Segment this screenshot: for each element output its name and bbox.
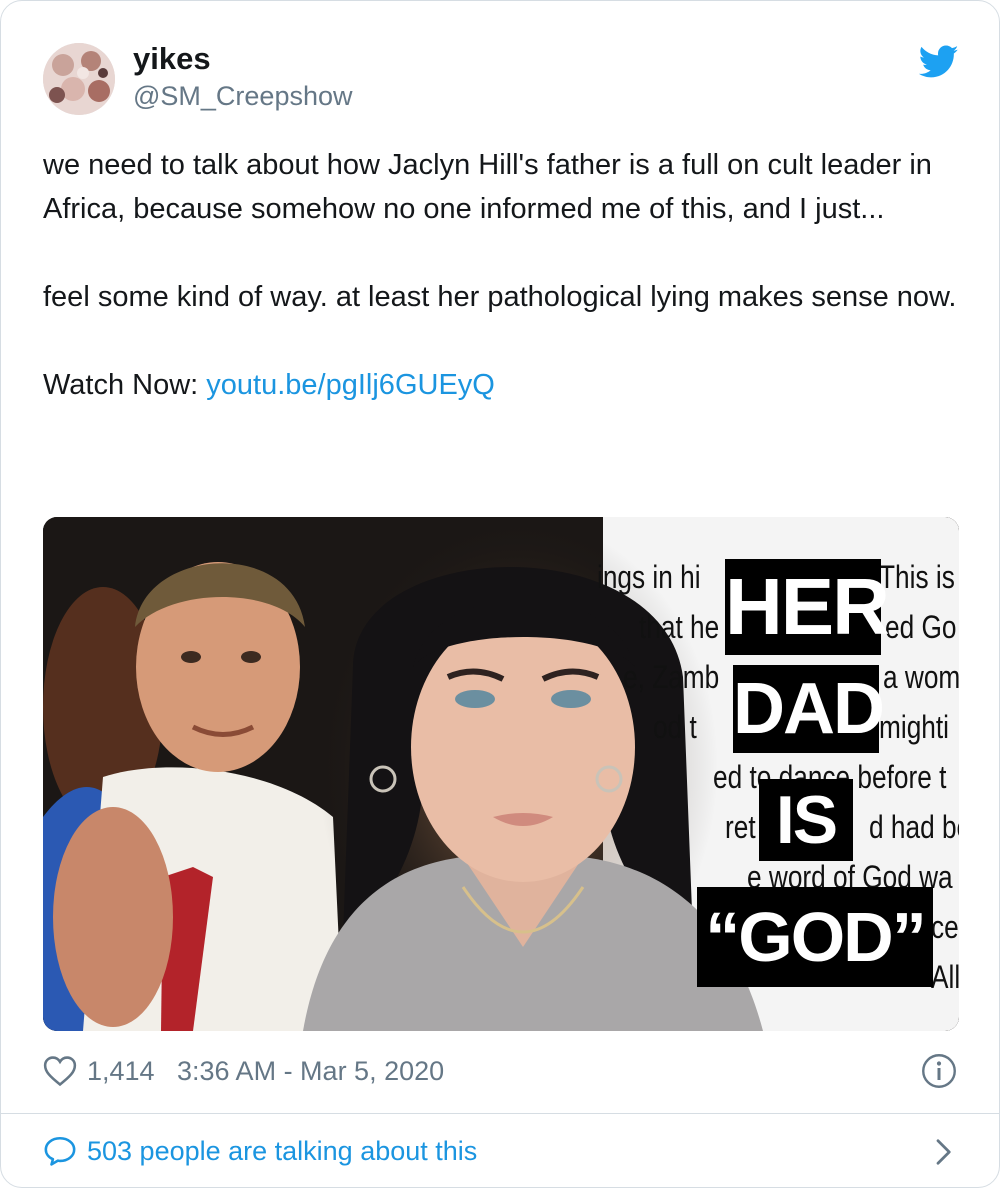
avatar[interactable] xyxy=(43,43,115,115)
media-background-text: ings in hi xyxy=(597,559,701,595)
tweet-footer: 1,414 3:36 AM - Mar 5, 2020 xyxy=(43,1053,959,1093)
info-icon[interactable] xyxy=(921,1053,957,1089)
tweet-media-image[interactable]: ings in hi This is that he ed Go e, Zamb… xyxy=(43,517,959,1031)
tweet-paragraph: we need to talk about how Jaclyn Hill's … xyxy=(43,149,932,225)
tweet-timestamp[interactable]: 3:36 AM - Mar 5, 2020 xyxy=(177,1056,444,1087)
media-background-text: This is xyxy=(879,559,955,595)
overlay-word-god: “GOD” xyxy=(697,887,933,987)
media-background-text: od t xyxy=(653,709,697,745)
media-background-text: mighti xyxy=(879,709,949,745)
conversation-label[interactable]: 503 people are talking about this xyxy=(87,1136,477,1167)
media-background-text: ce xyxy=(931,909,959,945)
tweet-card: yikes @SM_Creepshow we need to talk abou… xyxy=(0,0,1000,1188)
media-background-text: ed Go xyxy=(885,609,957,645)
media-background-text: All xyxy=(931,959,959,995)
conversation-link[interactable]: 503 people are talking about this xyxy=(43,1131,959,1175)
speech-bubble-icon xyxy=(44,1136,76,1166)
media-background-text: that he xyxy=(639,609,720,645)
youtube-link[interactable]: youtu.be/pgIlj6GUEyQ xyxy=(206,369,495,401)
media-background-text: a wom xyxy=(883,659,959,695)
author-display-name[interactable]: yikes xyxy=(133,41,211,77)
media-background-text: ret xyxy=(725,809,756,845)
author-handle[interactable]: @SM_Creepshow xyxy=(133,81,353,112)
like-count: 1,414 xyxy=(87,1056,155,1086)
tweet-watch-line: Watch Now: youtu.be/pgIlj6GUEyQ xyxy=(43,363,963,407)
overlay-word-her: HER xyxy=(725,559,890,655)
media-background-text: d had be xyxy=(869,809,959,845)
overlay-word-dad: DAD xyxy=(733,665,885,753)
tweet-text: we need to talk about how Jaclyn Hill's … xyxy=(43,143,963,407)
chevron-right-icon[interactable] xyxy=(931,1137,955,1167)
media-background-text: e, Zamb xyxy=(623,659,720,695)
tweet-paragraph: feel some kind of way. at least her path… xyxy=(43,281,957,313)
watch-label: Watch Now: xyxy=(43,369,207,401)
twitter-bird-icon[interactable] xyxy=(919,45,959,79)
divider xyxy=(1,1113,999,1114)
overlay-word-is: IS xyxy=(759,779,853,861)
heart-icon[interactable] xyxy=(43,1055,77,1087)
